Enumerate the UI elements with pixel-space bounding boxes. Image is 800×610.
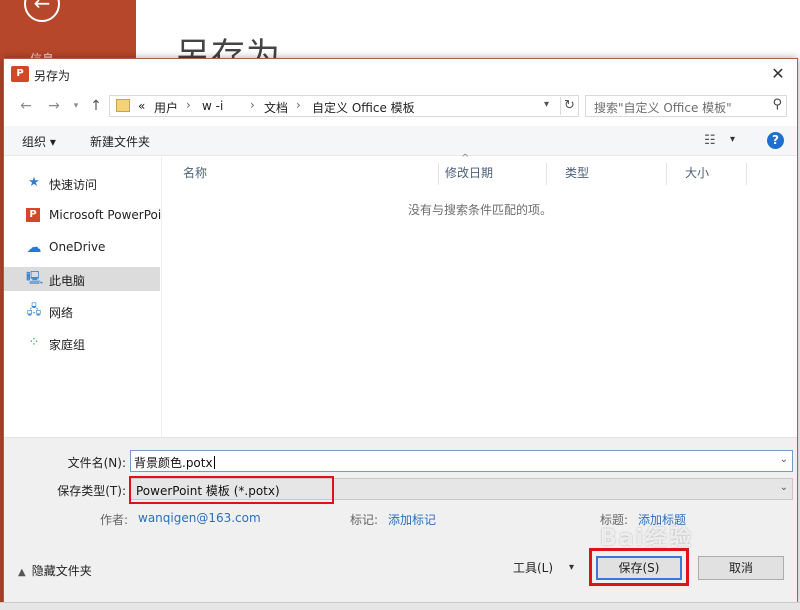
save-type-highlight-box <box>129 476 334 504</box>
view-options-icon[interactable]: ☷ <box>704 133 716 148</box>
filename-value: 背景颜色.potx <box>134 456 215 470</box>
dialog-titlebar: P 另存为 ✕ <box>4 59 797 90</box>
navigation-row: ← → ▾ ↑ « 用户 › w -i › 文档 › 自定义 Office 模板… <box>4 90 797 122</box>
column-header-size[interactable]: 大小 <box>667 163 747 185</box>
search-box[interactable]: 搜索"自定义 Office 模板" ⚲ <box>585 95 787 117</box>
refresh-icon[interactable]: ↻ <box>560 97 578 115</box>
tags-label: 标记: <box>350 513 379 527</box>
empty-list-message: 没有与搜索条件匹配的项。 <box>407 203 552 217</box>
save-button-highlight-box <box>589 548 689 586</box>
nav-item-label: Microsoft PowerPoint <box>49 208 161 222</box>
column-header-date-modified[interactable]: 修改日期 <box>427 163 547 185</box>
computer-icon: 🖳 <box>26 271 44 286</box>
nav-item-powerpoint[interactable]: P Microsoft PowerPoint <box>4 203 161 227</box>
author-value[interactable]: wanqigen@163.com <box>138 511 261 525</box>
search-placeholder: 搜索"自定义 Office 模板" <box>594 101 732 115</box>
watermark-logo: Bai经验 <box>600 526 694 551</box>
nav-item-label: 家庭组 <box>49 338 86 352</box>
author-label: 作者: <box>100 513 129 527</box>
breadcrumb-overflow[interactable]: « <box>138 99 145 113</box>
nav-item-quick-access[interactable]: ★ 快速访问 <box>4 171 160 195</box>
filename-label: 文件名(N): <box>67 456 126 470</box>
add-tags-link[interactable]: 添加标记 <box>388 511 436 528</box>
nav-item-label: 此电脑 <box>49 274 86 288</box>
save-type-dropdown-icon[interactable]: ⌄ <box>780 482 788 493</box>
navigation-pane: ★ 快速访问 P Microsoft PowerPoint ☁ OneDrive… <box>4 157 162 437</box>
nav-item-label: 快速访问 <box>49 178 98 192</box>
address-dropdown-icon[interactable]: ▾ <box>544 99 549 110</box>
powerpoint-icon: P <box>26 208 40 222</box>
cloud-icon: ☁ <box>26 238 42 256</box>
view-dropdown-icon[interactable]: ▾ <box>730 134 735 145</box>
tools-button[interactable]: 工具(L) <box>513 559 553 576</box>
folder-icon <box>116 99 130 112</box>
breadcrumb-separator-icon[interactable]: › <box>186 98 191 112</box>
back-button[interactable]: ← <box>18 98 34 114</box>
back-arrow-icon[interactable]: ← <box>24 0 60 22</box>
chevron-up-icon: ▲ <box>18 567 26 578</box>
nav-item-this-pc[interactable]: 🖳 此电脑 <box>4 267 160 291</box>
organize-button[interactable]: 组织 ▾ <box>22 133 56 150</box>
breadcrumb-separator-icon[interactable]: › <box>296 98 301 112</box>
star-icon: ★ <box>28 175 40 190</box>
close-icon[interactable]: ✕ <box>767 63 789 85</box>
nav-item-label: OneDrive <box>49 240 106 254</box>
column-header-name[interactable]: 名称 <box>165 163 439 185</box>
breadcrumb-user-folder[interactable]: w -i <box>202 99 248 113</box>
breadcrumb-users[interactable]: 用户 <box>154 99 178 116</box>
hide-folders-toggle[interactable]: ▲ 隐藏文件夹 <box>18 562 92 579</box>
address-bar[interactable]: « 用户 › w -i › 文档 › 自定义 Office 模板 ▾ ↻ <box>109 95 579 117</box>
tools-dropdown-icon[interactable]: ▾ <box>569 562 574 573</box>
network-icon: 🖧 <box>26 303 42 318</box>
nav-item-homegroup[interactable]: ⁘ 家庭组 <box>4 331 160 355</box>
breadcrumb-custom-templates[interactable]: 自定义 Office 模板 <box>312 99 415 116</box>
column-header-type[interactable]: 类型 <box>547 163 667 185</box>
filename-dropdown-icon[interactable]: ⌄ <box>780 454 788 465</box>
breadcrumb-separator-icon[interactable]: › <box>250 98 255 112</box>
save-type-label: 保存类型(T): <box>57 484 126 498</box>
search-icon[interactable]: ⚲ <box>772 97 782 112</box>
help-icon[interactable]: ? <box>767 132 784 149</box>
forward-button[interactable]: → <box>46 98 62 114</box>
nav-item-onedrive[interactable]: ☁ OneDrive <box>4 235 160 259</box>
new-folder-button[interactable]: 新建文件夹 <box>90 133 150 150</box>
window-bottom-strip <box>0 602 800 610</box>
filename-input[interactable]: 背景颜色.potx ⌄ <box>130 450 793 472</box>
homegroup-icon: ⁘ <box>28 335 40 350</box>
command-toolbar: 组织 ▾ 新建文件夹 ☷ ▾ ? <box>4 126 797 156</box>
dialog-title: 另存为 <box>34 69 71 83</box>
nav-item-network[interactable]: 🖧 网络 <box>4 299 160 323</box>
file-list: ^ 名称 修改日期 类型 大小 没有与搜索条件匹配的项。 <box>163 153 797 437</box>
nav-item-label: 网络 <box>49 306 74 320</box>
breadcrumb-documents[interactable]: 文档 <box>264 99 288 116</box>
powerpoint-app-icon: P <box>11 66 29 82</box>
up-folder-button[interactable]: ↑ <box>88 98 104 114</box>
cancel-button[interactable]: 取消 <box>698 556 784 580</box>
recent-locations-dropdown[interactable]: ▾ <box>68 98 84 114</box>
